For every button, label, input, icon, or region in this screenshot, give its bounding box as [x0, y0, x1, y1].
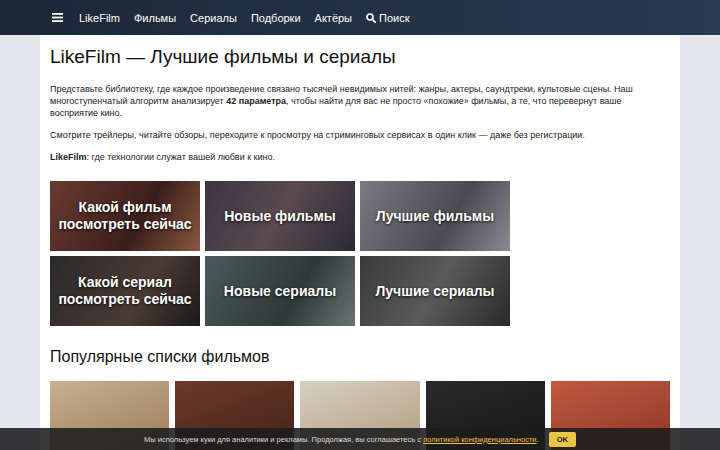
ok-button[interactable]: OK — [549, 432, 576, 447]
category-grid: Какой фильм посмотреть сейчасНовые фильм… — [50, 181, 670, 326]
category-tile[interactable]: Какой сериал посмотреть сейчас — [50, 256, 200, 326]
cookie-message: Мы используем куки для аналитики и рекла… — [144, 435, 539, 444]
cookie-text: Мы используем куки для аналитики и рекла… — [144, 435, 423, 444]
hamburger-icon — [52, 13, 63, 22]
menu-button[interactable] — [52, 13, 65, 22]
search-label: Поиск — [379, 12, 409, 24]
top-nav: LikeFilm Фильмы Сериалы Подборки Актёры Поиск — [0, 0, 720, 35]
content: LikeFilm — Лучшие фильмы и сериалы Предст… — [40, 35, 680, 450]
search-link[interactable]: Поиск — [366, 10, 409, 26]
page-title: LikeFilm — Лучшие фильмы и сериалы — [50, 45, 670, 69]
text-segment: Смотрите трейлеры, читайте обзоры, перех… — [50, 130, 585, 140]
category-tile[interactable]: Новые фильмы — [205, 181, 355, 251]
text-segment: : где технологии служат вашей любви к ки… — [87, 152, 276, 162]
cookie-banner: Мы используем куки для аналитики и рекла… — [0, 428, 720, 450]
nav-item[interactable]: Подборки — [251, 10, 301, 26]
category-tile[interactable]: Лучшие фильмы — [360, 181, 510, 251]
nav-item[interactable]: Сериалы — [190, 10, 237, 26]
magnifier-icon — [366, 13, 376, 23]
intro-paragraph: LikeFilm: где технологии служат вашей лю… — [50, 151, 670, 163]
intro-paragraph: Представьте библиотеку, где каждое произ… — [50, 83, 670, 119]
nav-item[interactable]: Фильмы — [134, 10, 176, 26]
privacy-link[interactable]: политикой конфиденциальности — [423, 435, 536, 444]
brand-link[interactable]: LikeFilm — [79, 10, 120, 26]
cookie-text-end: . — [537, 435, 539, 444]
text-segment: LikeFilm — [50, 152, 87, 162]
category-tile[interactable]: Новые сериалы — [205, 256, 355, 326]
intro-paragraph: Смотрите трейлеры, читайте обзоры, перех… — [50, 129, 670, 141]
section-title: Популярные списки фильмов — [50, 347, 670, 367]
category-tile[interactable]: Лучшие сериалы — [360, 256, 510, 326]
nav-item[interactable]: Актёры — [315, 10, 352, 26]
category-tile[interactable]: Какой фильм посмотреть сейчас — [50, 181, 200, 251]
text-segment: 42 параметра — [226, 96, 286, 106]
